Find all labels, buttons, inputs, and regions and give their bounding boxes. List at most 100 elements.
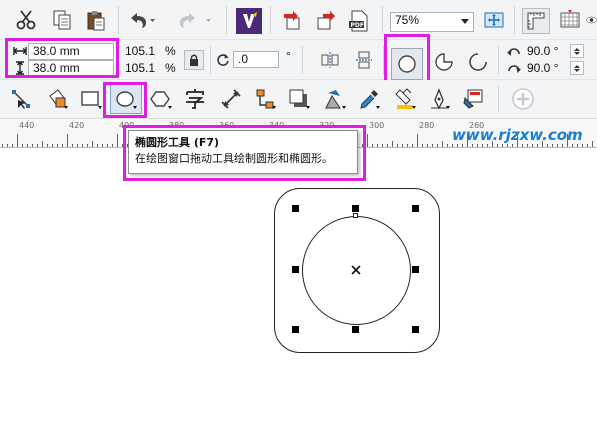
pie-mode-icon[interactable] (432, 50, 456, 74)
ruler-tick (97, 144, 98, 147)
smart-fill-tool-icon[interactable] (44, 86, 70, 112)
selection-handle-bottom[interactable] (352, 326, 359, 333)
scale-x-field[interactable]: 105.1 (120, 43, 162, 60)
ruler-tick (77, 144, 78, 147)
drop-shadow-tool-icon[interactable] (286, 86, 312, 112)
selection-handle-right[interactable] (412, 266, 419, 273)
ruler-tick (472, 144, 473, 147)
ruler-tick (427, 144, 428, 147)
ellipse-node-handle[interactable] (353, 213, 358, 218)
start-angle-spinner[interactable] (570, 44, 584, 58)
rulers-icon[interactable] (522, 8, 550, 34)
standard-toolbar: PDF 75% (0, 0, 597, 40)
ruler-label: 280 (419, 121, 435, 130)
ruler-tick (477, 144, 478, 147)
copy-icon[interactable] (50, 8, 74, 32)
ruler-tick (387, 144, 388, 147)
ruler-tick (587, 144, 588, 147)
ruler-tick (2, 144, 3, 147)
ruler-tick (577, 144, 578, 147)
ruler-tick (47, 144, 48, 147)
end-angle-spinner[interactable] (570, 61, 584, 75)
ruler-tick (547, 144, 548, 147)
view-icon[interactable] (586, 8, 597, 32)
export-icon[interactable] (314, 8, 338, 32)
start-angle-value: 90.0 ° (527, 44, 559, 58)
parallel-dimension-tool-icon[interactable] (218, 86, 244, 112)
ruler-tick (117, 134, 118, 147)
text-tool-icon[interactable] (182, 86, 208, 112)
ruler-tick (562, 144, 563, 147)
publish-pdf-icon[interactable]: PDF (346, 8, 372, 34)
start-angle-icon (506, 44, 522, 58)
selection-handle-left[interactable] (292, 266, 299, 273)
ruler-tick (457, 144, 458, 147)
ruler-label: 420 (69, 121, 85, 130)
ruler-tick (437, 144, 438, 147)
redo-icon[interactable] (176, 8, 216, 32)
ruler-tick (412, 144, 413, 147)
rotation-angle-value: .0 (238, 52, 249, 66)
scale-y-field[interactable]: 105.1 (120, 60, 162, 77)
interactive-fill-tool-icon[interactable] (392, 86, 418, 112)
ruler-tick (62, 144, 63, 147)
polygon-tool-icon[interactable] (148, 86, 174, 112)
arc-mode-icon[interactable] (466, 50, 490, 74)
selection-handle-bottom-right[interactable] (412, 326, 419, 333)
add-tool-icon[interactable] (510, 86, 536, 112)
connector-tool-icon[interactable] (252, 86, 278, 112)
drawing-canvas[interactable] (0, 149, 597, 429)
grid-icon[interactable] (558, 8, 582, 32)
import-icon[interactable] (280, 8, 304, 32)
ruler-label: 300 (369, 121, 385, 130)
smart-drawing-tool-icon[interactable] (426, 86, 452, 112)
selection-handle-bottom-left[interactable] (292, 326, 299, 333)
transparency-tool-icon[interactable] (322, 86, 348, 112)
zoom-level-value: 75% (395, 13, 420, 27)
zoom-level-select[interactable]: 75% (390, 12, 474, 32)
ruler-tick (487, 144, 488, 147)
ruler-tick (402, 144, 403, 147)
watermark: www.rjzxw.com (452, 126, 583, 144)
ruler-tick (52, 144, 53, 147)
ruler-tick (447, 144, 448, 147)
ruler-tick (512, 144, 513, 147)
rotation-degree-symbol: ° (286, 49, 291, 63)
app-launcher-icon[interactable] (236, 8, 262, 34)
ruler-tick (572, 144, 573, 147)
selection-handle-top[interactable] (352, 205, 359, 212)
start-angle-field[interactable]: 90.0 ° (522, 43, 566, 60)
ruler-tick (397, 144, 398, 147)
ruler-tick (582, 144, 583, 147)
full-screen-preview-icon[interactable] (482, 8, 506, 32)
paste-icon[interactable] (84, 8, 108, 32)
color-eyedropper-tool-icon[interactable] (356, 86, 382, 112)
ellipse-tool-highlight (103, 82, 147, 118)
ruler-tick (27, 144, 28, 147)
rotation-angle-field[interactable]: .0 (233, 51, 279, 68)
ruler-tick (42, 141, 43, 147)
undo-icon[interactable] (126, 8, 156, 32)
selection-handle-top-left[interactable] (292, 205, 299, 212)
edit-fill-tool-icon[interactable] (460, 86, 486, 112)
center-marker-icon[interactable] (351, 265, 361, 275)
lock-ratio-icon[interactable] (184, 50, 204, 70)
ruler-tick (377, 144, 378, 147)
scissors-icon[interactable] (14, 8, 38, 32)
ruler-tick (367, 134, 368, 147)
rectangle-tool-icon[interactable] (78, 86, 104, 112)
ruler-tick (32, 144, 33, 147)
ruler-tick (497, 144, 498, 147)
mirror-vertical-icon[interactable] (352, 48, 376, 72)
selection-handle-top-right[interactable] (412, 205, 419, 212)
ruler-tick (72, 144, 73, 147)
ruler-tick (507, 144, 508, 147)
property-bar: 38.0 mm 38.0 mm 105.1 % 105.1 % .0 ° 90.… (0, 34, 597, 84)
ruler-tick (527, 144, 528, 147)
ruler-tick (7, 144, 8, 147)
ruler-tick (532, 144, 533, 147)
shape-tool-icon[interactable] (8, 86, 34, 112)
mirror-horizontal-icon[interactable] (318, 48, 342, 72)
end-angle-field[interactable]: 90.0 ° (522, 60, 566, 77)
ruler-tick (112, 144, 113, 147)
